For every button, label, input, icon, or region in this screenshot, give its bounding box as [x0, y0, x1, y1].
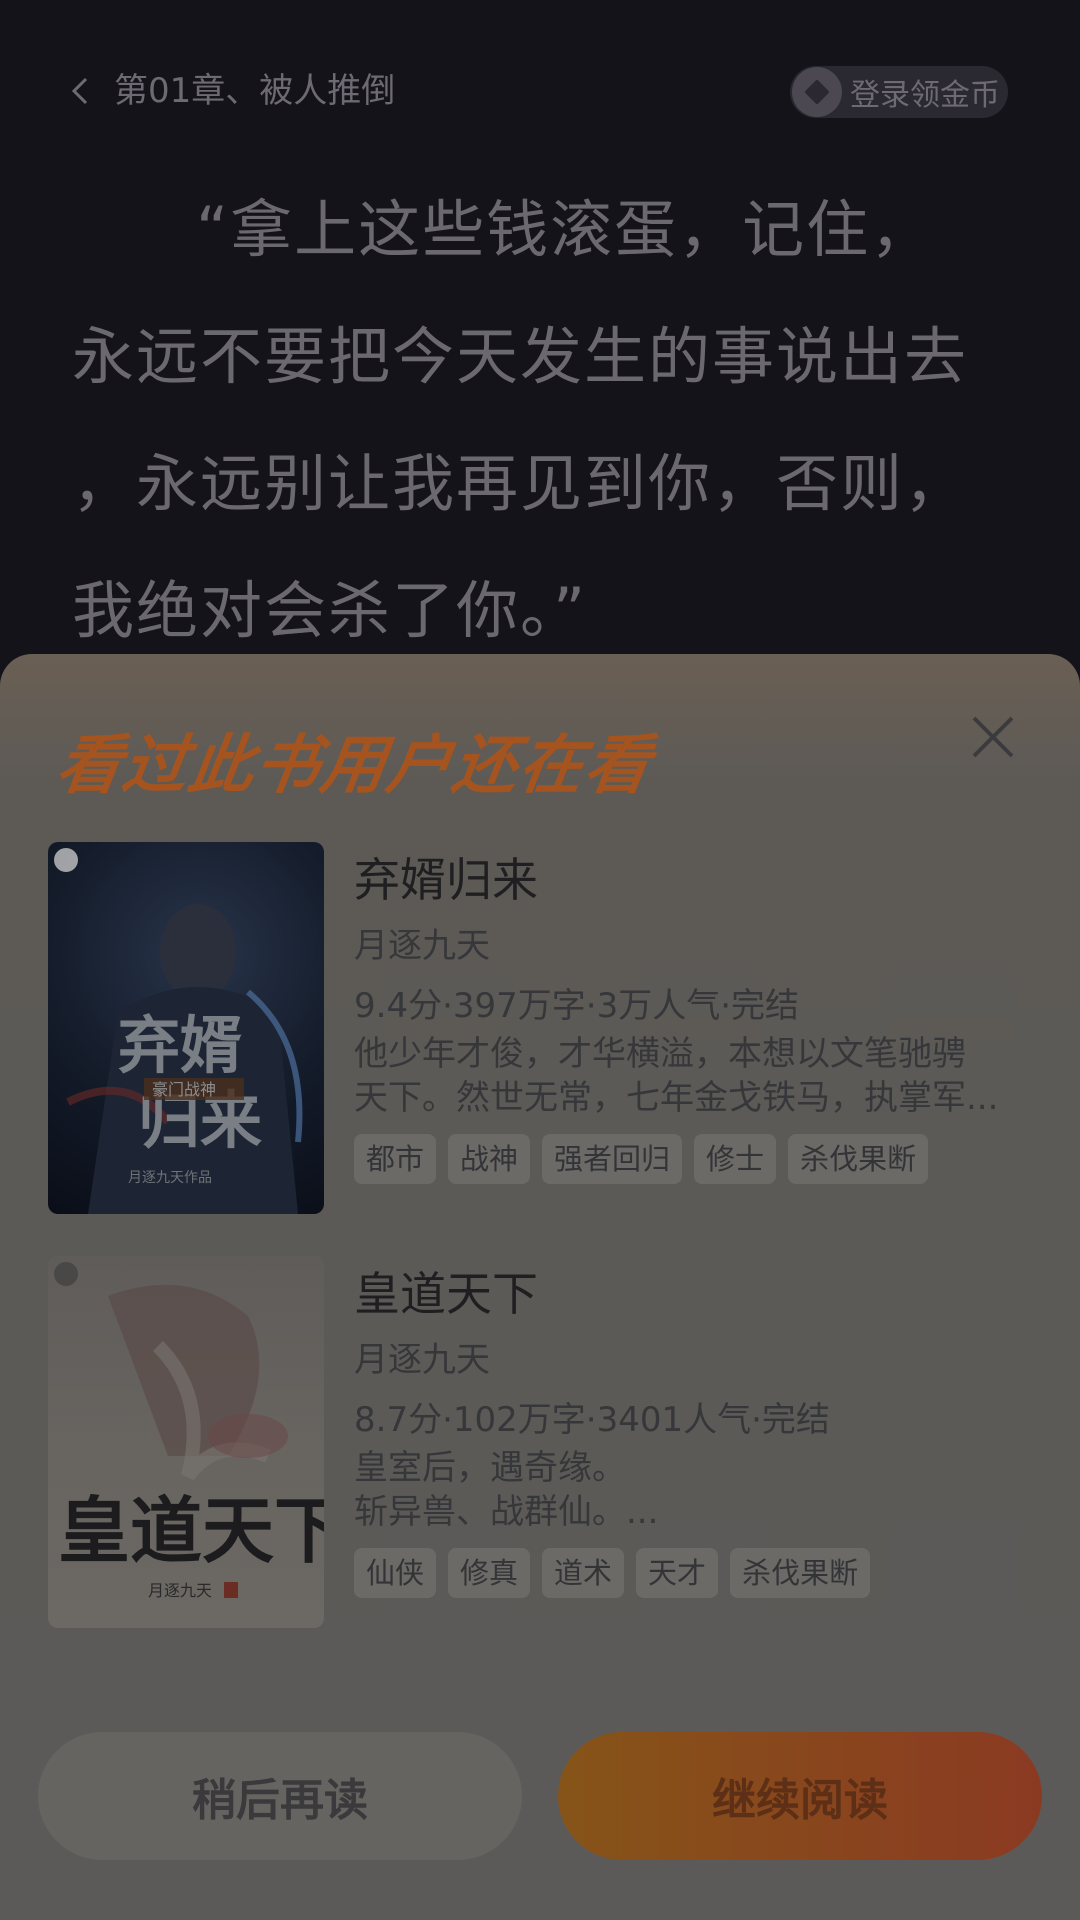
- recommendation-sheet: 看过此书用户还在看 弃婿 归来 豪门战神 月逐九天作品 弃婿归来 月逐九天 9.…: [0, 654, 1080, 1920]
- book-author: 月逐九天: [354, 1340, 490, 1380]
- text-line: ，永远别让我再见到你，否则，: [72, 447, 969, 520]
- chapter-title: 第01章、被人推倒: [114, 71, 396, 111]
- coin-icon: [792, 67, 842, 117]
- reader-top-bar: 第01章、被人推倒 登录领金币: [0, 60, 1080, 122]
- svg-text:月逐九天: 月逐九天: [148, 1581, 212, 1600]
- book-desc-line: 皇室后，遇奇缘。: [354, 1448, 626, 1488]
- tag[interactable]: 仙侠: [354, 1548, 437, 1598]
- book-cover[interactable]: 弃婿 归来 豪门战神 月逐九天作品: [48, 842, 324, 1214]
- tag[interactable]: 强者回归: [542, 1134, 683, 1184]
- book-desc-line: 他少年才俊，才华横溢，本想以文笔驰骋: [354, 1034, 966, 1074]
- back-arrow-icon[interactable]: [66, 76, 96, 106]
- cover-art: 弃婿 归来 豪门战神 月逐九天作品: [54, 848, 303, 1214]
- chapter-text: “拿上这些钱滚蛋，记住， 永远不要把今天发生的事说出去 ，永远别让我再见到你，否…: [72, 166, 1022, 674]
- text-line: “拿上这些钱滚蛋，记住，: [196, 193, 935, 266]
- book-title[interactable]: 皇道天下: [354, 1264, 1038, 1324]
- book-info: 皇道天下 月逐九天 8.7分·102万字·3401人气·完结 皇室后，遇奇缘。 …: [354, 1256, 1038, 1598]
- sheet-title: 看过此书用户还在看: [51, 729, 657, 803]
- svg-text:月逐九天作品: 月逐九天作品: [128, 1170, 212, 1186]
- login-coin-button[interactable]: 登录领金币: [790, 66, 1008, 118]
- book-meta: 8.7分·102万字·3401人气·完结: [354, 1400, 830, 1440]
- tag[interactable]: 都市: [354, 1134, 437, 1184]
- svg-text:弃婿: 弃婿: [118, 1009, 242, 1082]
- book-desc-line: 斩异兽、战群仙。...: [354, 1492, 659, 1532]
- svg-text:皇道天下: 皇道天下: [58, 1488, 324, 1573]
- book-tags: 都市 战神 强者回归 修士 杀伐果断: [354, 1134, 1038, 1184]
- tag[interactable]: 战神: [448, 1134, 531, 1184]
- continue-reading-button[interactable]: 继续阅读: [558, 1732, 1042, 1860]
- tag[interactable]: 修士: [694, 1134, 777, 1184]
- book-meta: 9.4分·397万字·3万人气·完结: [354, 986, 800, 1026]
- book-card[interactable]: 皇道天下 月逐九天 皇道天下 月逐九天 8.7分·102万字·3401人气·完结…: [48, 1256, 1038, 1628]
- tag[interactable]: 修真: [448, 1548, 531, 1598]
- tag[interactable]: 杀伐果断: [788, 1134, 929, 1184]
- book-tags: 仙侠 修真 道术 天才 杀伐果断: [354, 1548, 1038, 1598]
- login-coin-label: 登录领金币: [850, 78, 1000, 113]
- book-info: 弃婿归来 月逐九天 9.4分·397万字·3万人气·完结 他少年才俊，才华横溢，…: [354, 842, 1038, 1184]
- tag[interactable]: 杀伐果断: [730, 1548, 871, 1598]
- book-desc-line: 天下。然世无常，七年金戈铁马，执掌军...: [354, 1078, 999, 1118]
- close-icon[interactable]: [966, 710, 1020, 764]
- svg-text:豪门战神: 豪门战神: [152, 1080, 216, 1099]
- book-card[interactable]: 弃婿 归来 豪门战神 月逐九天作品 弃婿归来 月逐九天 9.4分·397万字·3…: [48, 842, 1038, 1214]
- book-cover[interactable]: 皇道天下 月逐九天: [48, 1256, 324, 1628]
- book-title[interactable]: 弃婿归来: [354, 850, 1038, 910]
- tag[interactable]: 道术: [542, 1548, 625, 1598]
- tag[interactable]: 天才: [636, 1548, 719, 1598]
- book-author: 月逐九天: [354, 926, 490, 966]
- read-later-button[interactable]: 稍后再读: [38, 1732, 522, 1860]
- cover-art: 皇道天下 月逐九天: [54, 1262, 324, 1600]
- text-line: 永远不要把今天发生的事说出去: [72, 320, 969, 393]
